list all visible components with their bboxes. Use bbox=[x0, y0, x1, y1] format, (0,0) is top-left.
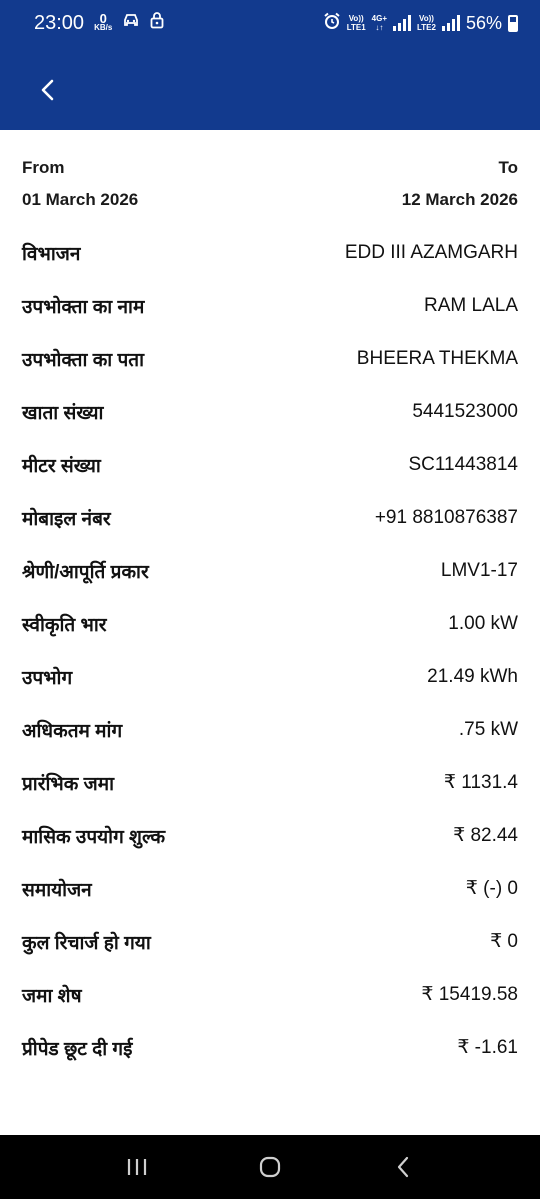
to-label: To bbox=[498, 158, 518, 177]
from-date: 01 March 2026 bbox=[22, 190, 139, 209]
detail-value: ₹ 82.44 bbox=[453, 825, 518, 846]
detail-value: 21.49 kWh bbox=[427, 665, 518, 687]
home-icon bbox=[259, 1156, 281, 1178]
detail-row: श्रेणी/आपूर्ति प्रकार LMV1-17 bbox=[22, 544, 518, 597]
detail-value: .75 kW bbox=[458, 718, 518, 740]
recent-apps-icon bbox=[127, 1159, 146, 1175]
bill-details: From 01 March 2026 To 12 March 2026 विभा… bbox=[0, 130, 540, 1074]
sim1-volte: Vo)) LTE1 bbox=[347, 14, 366, 32]
detail-value: 5441523000 bbox=[412, 400, 518, 422]
detail-value: LMV1-17 bbox=[440, 559, 518, 581]
detail-label: मासिक उपयोग शुल्क bbox=[22, 826, 166, 848]
detail-value: RAM LALA bbox=[424, 294, 518, 316]
network-type: 4G+ ↓↑ bbox=[372, 14, 387, 32]
detail-label: उपभोक्ता का पता bbox=[22, 349, 145, 371]
detail-label: प्रारंभिक जमा bbox=[22, 773, 115, 795]
status-right: Vo)) LTE1 4G+ ↓↑ Vo)) LTE2 56% bbox=[323, 12, 518, 35]
detail-value: EDD III AZAMGARH bbox=[344, 241, 518, 263]
detail-value: +91 8810876387 bbox=[374, 506, 518, 528]
detail-row: कुल रिचार्ज हो गया ₹ 0 bbox=[22, 915, 518, 968]
detail-label: मीटर संख्या bbox=[22, 455, 101, 477]
lock-icon bbox=[150, 11, 164, 35]
detail-value: 1.00 kW bbox=[448, 612, 518, 634]
detail-value: ₹ 15419.58 bbox=[421, 984, 518, 1005]
detail-row: विभाजन EDD III AZAMGARH bbox=[22, 226, 518, 279]
detail-label: उपभोग bbox=[22, 667, 73, 689]
detail-row: मासिक उपयोग शुल्क ₹ 82.44 bbox=[22, 809, 518, 862]
detail-label: स्वीकृति भार bbox=[22, 614, 107, 636]
detail-label: खाता संख्या bbox=[22, 402, 104, 424]
detail-label: समायोजन bbox=[22, 879, 92, 901]
chevron-left-icon bbox=[41, 79, 54, 101]
detail-value: BHEERA THEKMA bbox=[356, 347, 518, 369]
recent-apps-button[interactable] bbox=[107, 1142, 167, 1192]
back-button[interactable] bbox=[28, 70, 68, 110]
alarm-icon bbox=[323, 12, 341, 35]
sim1-volte-bottom: LTE1 bbox=[346, 23, 366, 32]
status-bar: 23:00 0 KB/s Vo)) LTE1 4G+ ↓↑ Vo)) LTE2 … bbox=[0, 0, 540, 46]
battery-percent: 56% bbox=[465, 12, 502, 33]
signal-icon bbox=[393, 15, 411, 31]
detail-row: प्रीपेड छूट दी गई ₹ -1.61 bbox=[22, 1021, 518, 1074]
to-date: 12 March 2026 bbox=[401, 190, 518, 209]
detail-label: मोबाइल नंबर bbox=[22, 508, 111, 530]
detail-row: उपभोक्ता का पता BHEERA THEKMA bbox=[22, 332, 518, 385]
sim2-volte-bottom: LTE2 bbox=[417, 23, 436, 32]
sim2-volte: Vo)) LTE2 bbox=[417, 14, 436, 32]
status-time: 23:00 bbox=[34, 11, 85, 34]
detail-value: ₹ 0 bbox=[490, 931, 518, 952]
network-type-arrows: ↓↑ bbox=[375, 23, 384, 32]
network-type-top: 4G+ bbox=[371, 14, 387, 23]
detail-value: ₹ 1131.4 bbox=[443, 772, 518, 793]
detail-row: अधिकतम मांग .75 kW bbox=[22, 703, 518, 756]
network-speed-value: 0 bbox=[99, 11, 107, 26]
detail-label: अधिकतम मांग bbox=[22, 720, 123, 742]
detail-label: कुल रिचार्ज हो गया bbox=[22, 932, 151, 954]
sim2-volte-top: Vo)) bbox=[419, 14, 434, 23]
detail-row: मीटर संख्या SC11443814 bbox=[22, 438, 518, 491]
app-bar bbox=[0, 46, 540, 130]
detail-row: खाता संख्या 5441523000 bbox=[22, 385, 518, 438]
detail-value: ₹ (-) 0 bbox=[465, 878, 518, 899]
detail-label: श्रेणी/आपूर्ति प्रकार bbox=[22, 561, 149, 583]
car-mode-icon bbox=[122, 12, 140, 34]
detail-value: SC11443814 bbox=[408, 453, 518, 475]
detail-row: समायोजन ₹ (-) 0 bbox=[22, 862, 518, 915]
detail-label: प्रीपेड छूट दी गई bbox=[22, 1038, 133, 1060]
network-speed: 0 KB/s bbox=[94, 11, 113, 32]
detail-row: जमा शेष ₹ 15419.58 bbox=[22, 968, 518, 1021]
detail-label: विभाजन bbox=[22, 243, 81, 265]
detail-label: जमा शेष bbox=[22, 985, 82, 1007]
detail-row: उपभोग 21.49 kWh bbox=[22, 650, 518, 703]
status-left: 23:00 0 KB/s bbox=[34, 11, 164, 35]
from-label: From bbox=[22, 158, 65, 177]
date-range: From 01 March 2026 To 12 March 2026 bbox=[0, 130, 540, 226]
sim1-volte-top: Vo)) bbox=[348, 14, 364, 23]
network-speed-unit: KB/s bbox=[94, 23, 113, 32]
detail-value: ₹ -1.61 bbox=[457, 1037, 518, 1058]
system-back-button[interactable] bbox=[373, 1142, 433, 1192]
navigation-bar bbox=[0, 1135, 540, 1199]
home-button[interactable] bbox=[240, 1142, 300, 1192]
detail-row: प्रारंभिक जमा ₹ 1131.4 bbox=[22, 756, 518, 809]
detail-label: उपभोक्ता का नाम bbox=[22, 296, 145, 318]
detail-row: उपभोक्ता का नाम RAM LALA bbox=[22, 279, 518, 332]
signal-icon-2 bbox=[441, 15, 460, 31]
detail-list: विभाजन EDD III AZAMGARH उपभोक्ता का नाम RAM… bbox=[0, 226, 540, 1074]
back-icon bbox=[398, 1156, 409, 1178]
detail-row: मोबाइल नंबर +91 8810876387 bbox=[22, 491, 518, 544]
detail-row: स्वीकृति भार 1.00 kW bbox=[22, 597, 518, 650]
battery-icon bbox=[508, 14, 518, 32]
